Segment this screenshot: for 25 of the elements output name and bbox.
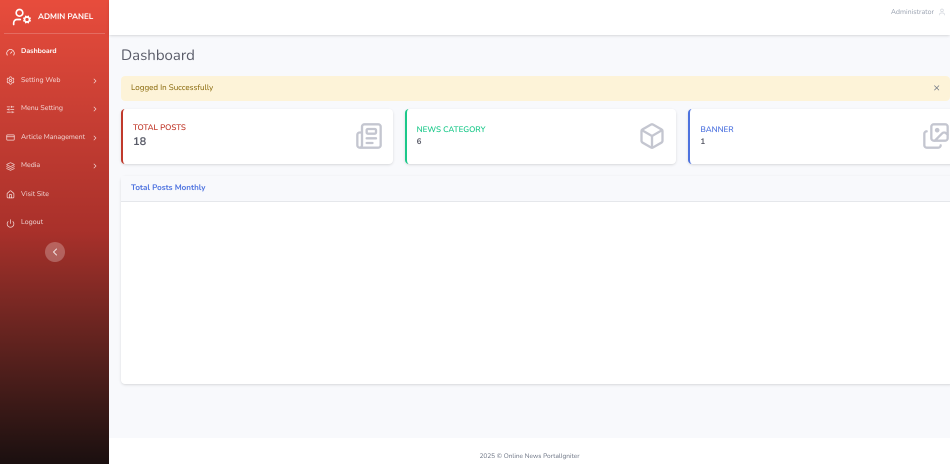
newspaper-icon — [354, 122, 383, 150]
sliders-icon — [6, 104, 15, 114]
card-value: 6 — [416, 136, 422, 148]
chevron-icon — [91, 76, 99, 85]
chevron-icon — [91, 105, 99, 114]
page-title: Dashboard — [121, 45, 196, 68]
brand-title: ADMIN PANEL — [38, 10, 94, 22]
panel-title: Total Posts Monthly — [131, 182, 206, 194]
home-icon — [6, 190, 15, 200]
card-value: 18 — [133, 134, 148, 150]
card-icon — [6, 133, 15, 142]
gear-icon — [6, 76, 15, 86]
chevron-icon — [91, 162, 99, 170]
close-button[interactable]: × — [933, 80, 940, 96]
alert-message: Logged In Successfully — [131, 82, 214, 94]
box-icon — [638, 122, 666, 150]
collapse-button[interactable] — [44, 242, 64, 262]
chevron-icon — [91, 134, 99, 142]
gauge-icon — [6, 48, 15, 57]
card-value: 1 — [700, 136, 706, 148]
images-icon — [922, 122, 950, 150]
card-title: BANNER — [700, 124, 735, 136]
power-icon — [6, 218, 15, 228]
card-title: NEWS CATEGORY — [416, 124, 487, 136]
card-title: TOTAL POSTS — [133, 122, 187, 134]
